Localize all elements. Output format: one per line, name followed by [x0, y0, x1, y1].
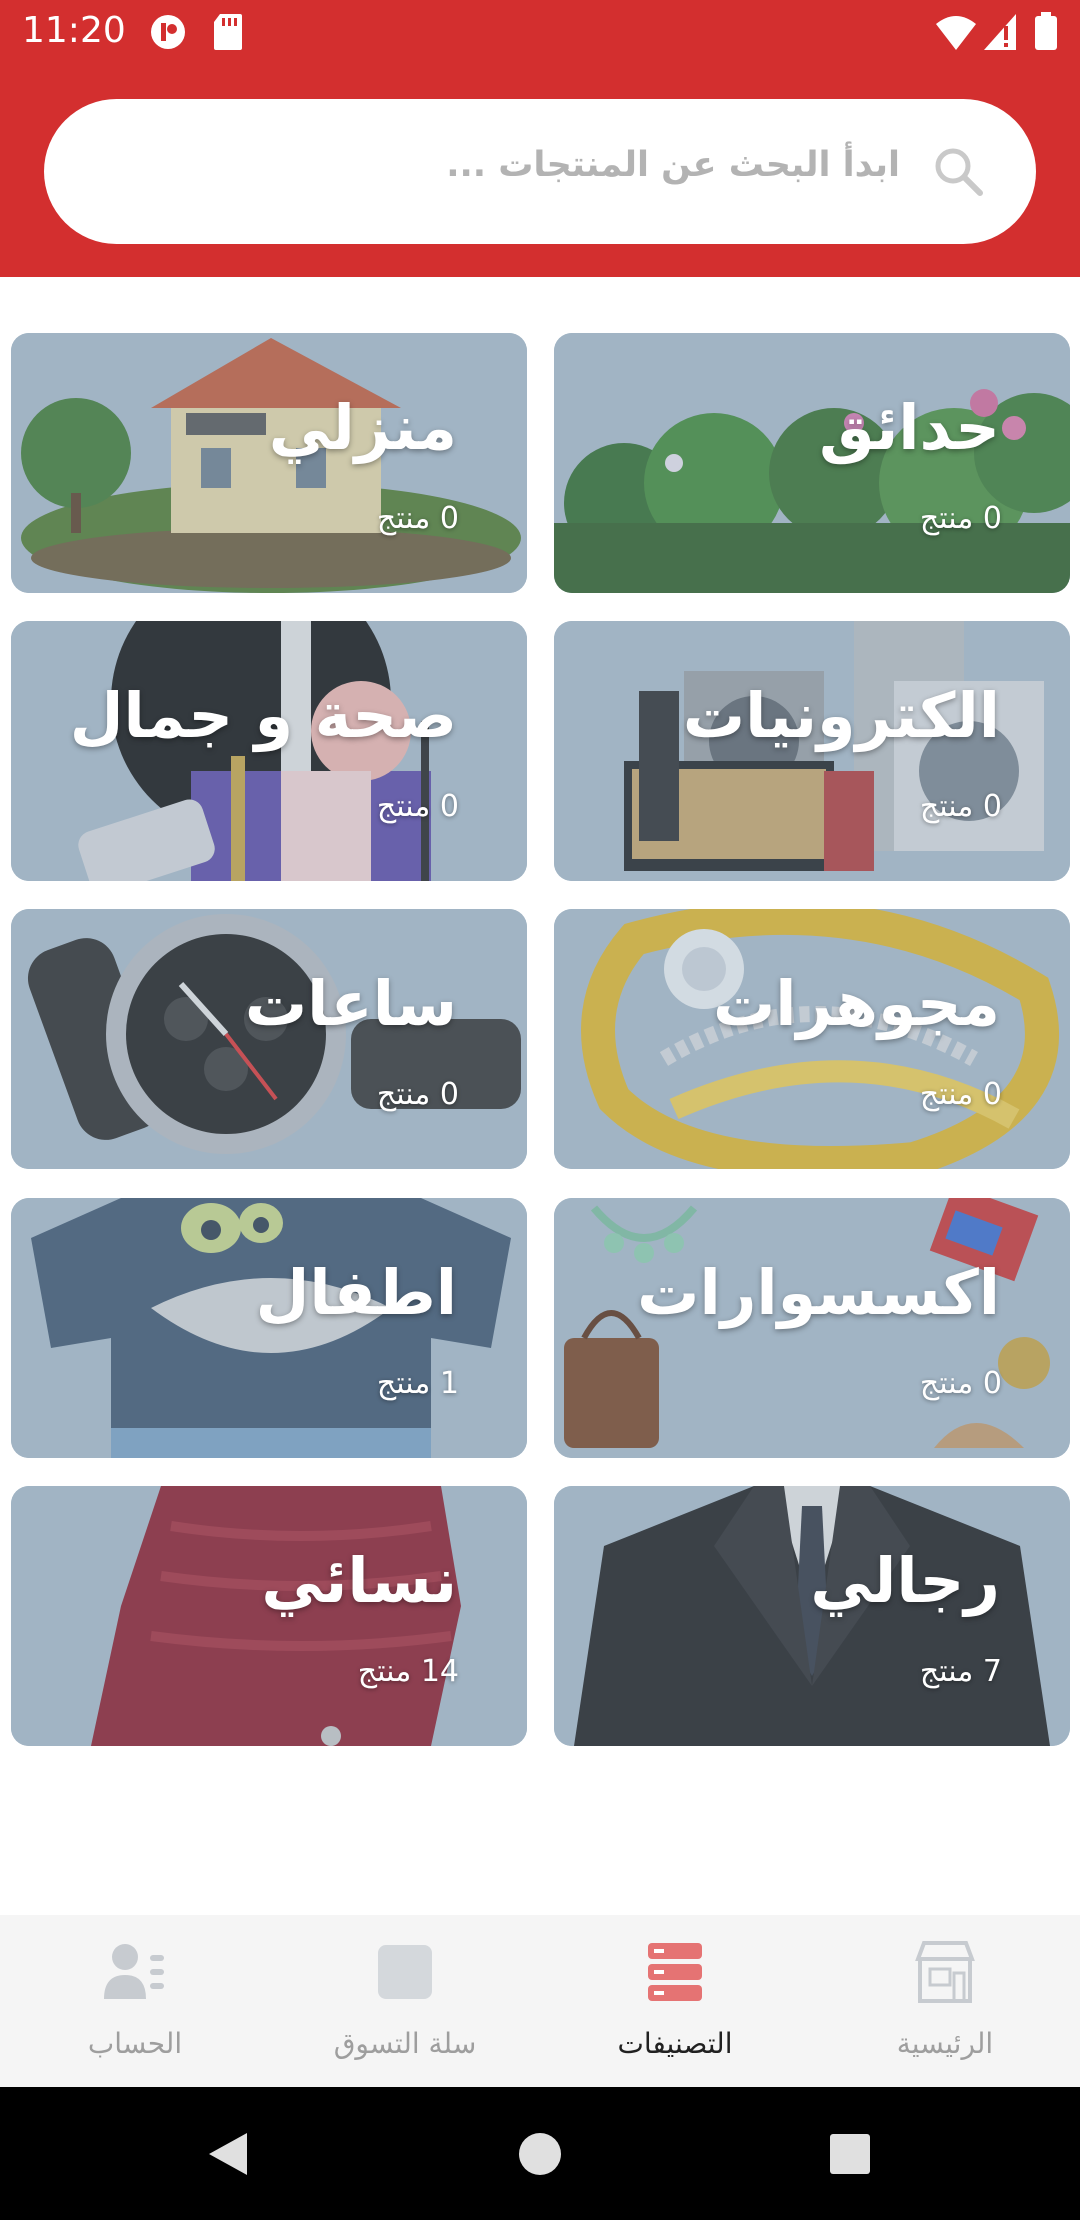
category-count: 0 منتج	[919, 789, 1002, 824]
category-count: 0 منتج	[376, 1077, 459, 1112]
category-card-men[interactable]: رجالي 7 منتج	[554, 1486, 1070, 1746]
nav-categories[interactable]: التصنيفات	[540, 1915, 810, 2087]
category-card-watches[interactable]: ساعات 0 منتج	[11, 909, 527, 1169]
category-count: 1 منتج	[376, 1366, 459, 1401]
category-count: 14 منتج	[357, 1654, 459, 1689]
category-card-accessories[interactable]: اكسسوارات 0 منتج	[554, 1198, 1070, 1458]
category-count: 0 منتج	[919, 1366, 1002, 1401]
category-card-jewelry[interactable]: مجوهرات 0 منتج	[554, 909, 1070, 1169]
category-card-health-beauty[interactable]: صحة و جمال 0 منتج	[11, 621, 527, 881]
category-title: صحة و جمال	[69, 679, 457, 752]
nav-home[interactable]: الرئيسية	[810, 1915, 1080, 2087]
system-navigation-bar	[0, 2087, 1080, 2220]
category-card-women[interactable]: نسائي 14 منتج	[11, 1486, 527, 1746]
account-icon	[104, 1944, 164, 1999]
category-title: الكترونيات	[682, 679, 1000, 752]
home-icon[interactable]	[517, 2131, 563, 2177]
nav-cart[interactable]: سلة التسوق	[270, 1915, 540, 2087]
category-title: اكسسوارات	[637, 1256, 1000, 1329]
category-count: 0 منتج	[919, 501, 1002, 536]
category-title: منزلي	[268, 391, 457, 464]
category-grid: حدائق 0 منتج منزلي 0 منتج الكترونيات 0 م…	[0, 0, 1080, 1900]
category-card-kids[interactable]: اطفال 1 منتج	[11, 1198, 527, 1458]
category-count: 0 منتج	[919, 1077, 1002, 1112]
category-title: رجالي	[810, 1544, 1000, 1617]
category-count: 7 منتج	[919, 1654, 1002, 1689]
back-icon[interactable]	[205, 2131, 251, 2177]
category-title: ساعات	[244, 967, 457, 1040]
nav-label-home: الرئيسية	[896, 2027, 994, 2060]
category-title: مجوهرات	[712, 967, 1000, 1040]
nav-label-categories: التصنيفات	[617, 2027, 733, 2060]
category-card-electronics[interactable]: الكترونيات 0 منتج	[554, 621, 1070, 881]
nav-label-cart: سلة التسوق	[333, 2027, 477, 2060]
category-count: 0 منتج	[376, 501, 459, 536]
bottom-navigation: الرئيسية التصنيفات سلة التسوق الحساب	[0, 1915, 1080, 2087]
store-icon	[915, 1941, 975, 2003]
recents-icon[interactable]	[829, 2133, 871, 2175]
category-card-gardens[interactable]: حدائق 0 منتج	[554, 333, 1070, 593]
nav-label-account: الحساب	[87, 2027, 183, 2060]
nav-account[interactable]: الحساب	[0, 1915, 270, 2087]
category-title: اطفال	[255, 1256, 457, 1329]
category-card-home[interactable]: منزلي 0 منتج	[11, 333, 527, 593]
cart-icon	[378, 1945, 432, 1999]
categories-icon	[648, 1943, 702, 2001]
category-title: حدائق	[819, 391, 1000, 464]
category-title: نسائي	[261, 1544, 457, 1617]
category-count: 0 منتج	[376, 789, 459, 824]
